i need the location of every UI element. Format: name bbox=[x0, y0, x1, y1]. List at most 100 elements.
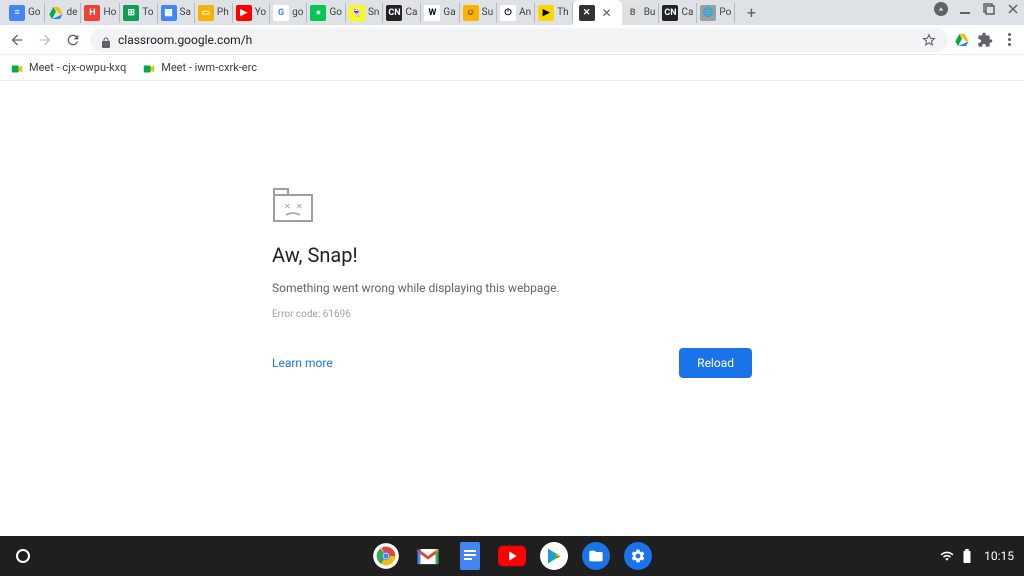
tab-favicon-icon: G bbox=[273, 5, 289, 21]
back-button[interactable] bbox=[6, 29, 28, 51]
tab-favicon-icon: ⏻ bbox=[500, 5, 516, 21]
status-tray[interactable]: 10:15 bbox=[940, 549, 1014, 563]
browser-tab[interactable]: de bbox=[45, 3, 82, 23]
settings-app-icon[interactable] bbox=[624, 542, 652, 570]
browser-tab[interactable]: ≡Go bbox=[6, 3, 45, 23]
tab-label: Ho bbox=[103, 7, 116, 18]
docs-app-icon[interactable] bbox=[456, 542, 484, 570]
tab-favicon-icon bbox=[48, 5, 64, 21]
tab-label: Bu bbox=[644, 7, 656, 18]
bookmark-item[interactable]: Meet - cjx-owpu-kxq bbox=[10, 61, 126, 75]
forward-button[interactable] bbox=[34, 29, 56, 51]
tab-favicon-icon: ☺ bbox=[463, 5, 479, 21]
play-store-app-icon[interactable] bbox=[540, 542, 568, 570]
tab-favicon-icon: ≡ bbox=[9, 5, 25, 21]
tab-label: de bbox=[67, 7, 78, 18]
tab-favicon-icon: 👻 bbox=[349, 5, 365, 21]
browser-tab[interactable]: CNCa bbox=[659, 3, 697, 23]
tab-label: Po bbox=[719, 7, 731, 18]
tab-favicon-icon: ▶ bbox=[538, 5, 554, 21]
tab-favicon-icon: ▭ bbox=[198, 5, 214, 21]
browser-tab[interactable]: CNCa bbox=[383, 3, 421, 23]
error-title: Aw, Snap! bbox=[272, 243, 752, 267]
tab-label: Ga bbox=[443, 7, 455, 18]
browser-tab[interactable]: ▶Th bbox=[535, 3, 572, 23]
browser-tab[interactable]: 👻Sn bbox=[346, 3, 383, 23]
browser-tab[interactable]: ▶Yo bbox=[233, 3, 270, 23]
browser-tab[interactable]: ✕✕ bbox=[573, 0, 622, 25]
tab-favicon-icon: 🌐 bbox=[700, 5, 716, 21]
error-message: Something went wrong while displaying th… bbox=[272, 281, 752, 295]
bookmark-star-icon[interactable] bbox=[920, 31, 938, 49]
battery-icon bbox=[962, 549, 976, 563]
tab-label: Sa bbox=[180, 7, 191, 18]
tab-label: Go bbox=[329, 7, 342, 18]
browser-menu-icon[interactable] bbox=[1000, 31, 1018, 49]
error-code: Error code: 61696 bbox=[272, 309, 752, 320]
reload-page-button[interactable]: Reload bbox=[679, 348, 752, 378]
tab-favicon-icon: ▦ bbox=[161, 5, 177, 21]
bookmark-item[interactable]: Meet - iwm-cxrk-erc bbox=[142, 61, 257, 75]
meet-icon bbox=[10, 61, 24, 75]
browser-toolbar: classroom.google.com/h bbox=[0, 25, 1024, 55]
browser-tab[interactable]: Ggo bbox=[270, 3, 307, 23]
tab-label: An bbox=[519, 7, 531, 18]
browser-tab[interactable]: ⊞To bbox=[120, 3, 157, 23]
reload-button[interactable] bbox=[62, 29, 84, 51]
tab-favicon-icon: ⊞ bbox=[123, 5, 139, 21]
url-text: classroom.google.com/h bbox=[118, 33, 914, 47]
page-content: ✕✕ Aw, Snap! Something went wrong while … bbox=[0, 81, 1024, 536]
sad-folder-icon: ✕✕ bbox=[272, 187, 314, 223]
minimize-button[interactable] bbox=[958, 2, 972, 16]
tab-close-icon[interactable]: ✕ bbox=[598, 6, 616, 20]
tab-favicon-icon: ● bbox=[310, 5, 326, 21]
tab-label: To bbox=[142, 7, 153, 18]
bookmarks-bar: Meet - cjx-owpu-kxq Meet - iwm-cxrk-erc bbox=[0, 55, 1024, 81]
tab-favicon-icon: ✕ bbox=[579, 5, 595, 21]
browser-tab[interactable]: ⏻An bbox=[497, 3, 535, 23]
new-tab-button[interactable]: + bbox=[741, 3, 761, 23]
wifi-icon bbox=[940, 549, 954, 563]
tab-favicon-icon: H bbox=[84, 5, 100, 21]
chrome-app-icon[interactable] bbox=[372, 542, 400, 570]
gmail-app-icon[interactable] bbox=[414, 542, 442, 570]
clock-text: 10:15 bbox=[984, 549, 1014, 563]
address-bar[interactable]: classroom.google.com/h bbox=[90, 28, 948, 52]
tab-label: Su bbox=[482, 7, 493, 18]
bookmark-label: Meet - cjx-owpu-kxq bbox=[29, 61, 126, 74]
browser-tab[interactable]: WGa bbox=[421, 3, 459, 23]
browser-tab[interactable]: BBu bbox=[622, 3, 660, 23]
tab-favicon-icon: CN bbox=[386, 5, 402, 21]
drive-extension-icon[interactable] bbox=[954, 32, 970, 48]
browser-tab[interactable]: 🌐Po bbox=[697, 3, 735, 23]
close-window-button[interactable] bbox=[1006, 2, 1020, 16]
tab-favicon-icon: CN bbox=[662, 5, 678, 21]
chromeos-shelf: 10:15 bbox=[0, 536, 1024, 576]
window-controls bbox=[934, 2, 1020, 16]
tab-label: Sn bbox=[368, 7, 379, 18]
bookmark-label: Meet - iwm-cxrk-erc bbox=[161, 61, 257, 74]
maximize-button[interactable] bbox=[982, 2, 996, 16]
browser-tab[interactable]: ●Go bbox=[307, 3, 346, 23]
tab-label: Go bbox=[28, 7, 41, 18]
tab-label: Ph bbox=[217, 7, 229, 18]
lock-icon bbox=[100, 34, 112, 46]
browser-tab[interactable]: ☺Su bbox=[460, 3, 497, 23]
learn-more-link[interactable]: Learn more bbox=[272, 356, 333, 370]
launcher-button[interactable] bbox=[10, 543, 36, 569]
tab-favicon-icon: ▶ bbox=[236, 5, 252, 21]
browser-tab[interactable]: HHo bbox=[81, 3, 120, 23]
tab-strip: ≡GodeHHo⊞To▦Sa▭Ph▶YoGgo●Go👻SnCNCaWGa☺Su⏻… bbox=[0, 0, 1024, 25]
meet-icon bbox=[142, 61, 156, 75]
youtube-app-icon[interactable] bbox=[498, 542, 526, 570]
tab-label: Ca bbox=[681, 7, 693, 18]
extensions-icon[interactable] bbox=[976, 31, 994, 49]
browser-tab[interactable]: ▭Ph bbox=[195, 3, 233, 23]
svg-text:✕: ✕ bbox=[284, 202, 291, 211]
files-app-icon[interactable] bbox=[582, 542, 610, 570]
tab-label: Ca bbox=[405, 7, 417, 18]
browser-tab[interactable]: ▦Sa bbox=[158, 3, 195, 23]
tab-label: Th bbox=[557, 7, 568, 18]
notification-circle-icon[interactable] bbox=[934, 2, 948, 16]
tab-favicon-icon: B bbox=[625, 5, 641, 21]
